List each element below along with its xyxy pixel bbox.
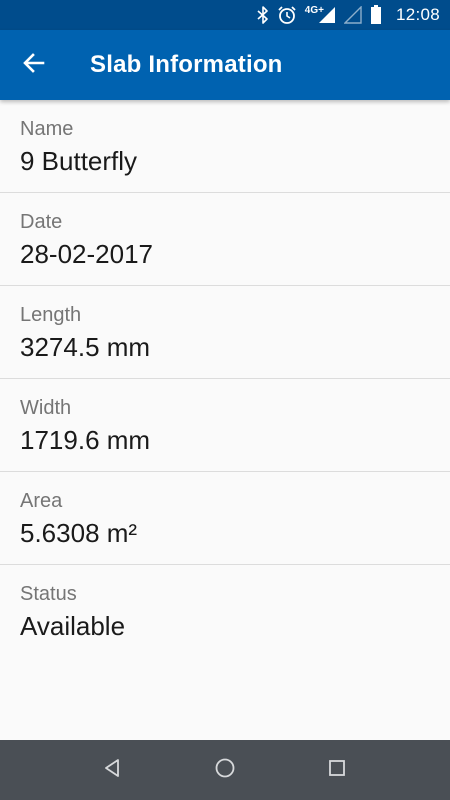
field-value: 5.6308 m² <box>20 518 138 548</box>
field-value: Available <box>20 611 126 641</box>
status-icons: 4G+ 12:08 <box>257 0 440 30</box>
info-row-length: Length 3274.5 mm <box>0 286 450 379</box>
alarm-icon <box>277 5 297 25</box>
slab-info-list: Name 9 Butterfly Date 28-02-2017 Length … <box>0 100 450 740</box>
field-label: Status <box>20 583 77 605</box>
status-bar: 4G+ 12:08 <box>0 0 450 30</box>
field-value: 9 Butterfly <box>20 146 138 176</box>
info-row-date: Date 28-02-2017 <box>0 193 450 286</box>
field-label: Width <box>20 397 72 419</box>
app-bar: Slab Information <box>0 30 450 100</box>
back-button[interactable] <box>14 45 54 85</box>
info-row-width: Width 1719.6 mm <box>0 379 450 472</box>
info-row-name: Name 9 Butterfly <box>0 100 450 193</box>
field-label: Length <box>20 304 82 326</box>
info-row-area: Area 5.6308 m² <box>0 472 450 565</box>
nav-home-button[interactable] <box>205 750 245 790</box>
status-time: 12:08 <box>395 5 440 24</box>
signal-empty-icon <box>343 6 362 24</box>
network-type: 4G+ <box>304 4 336 24</box>
recents-square-icon <box>327 758 347 783</box>
field-label: Area <box>20 490 63 512</box>
page-title: Slab Information <box>90 51 283 78</box>
field-value: 1719.6 mm <box>20 425 151 455</box>
field-value: 3274.5 mm <box>20 332 151 362</box>
arrow-back-icon <box>22 51 46 80</box>
system-nav-bar <box>0 740 450 800</box>
field-label: Date <box>20 211 63 233</box>
nav-back-button[interactable] <box>92 750 132 790</box>
field-value: 28-02-2017 <box>20 239 153 269</box>
home-circle-icon <box>214 757 236 784</box>
bluetooth-icon <box>257 6 269 24</box>
back-triangle-icon <box>102 758 122 783</box>
network-type-label: 4G+ <box>304 4 324 16</box>
battery-icon <box>370 5 382 25</box>
info-row-status: Status Available <box>0 565 450 658</box>
field-label: Name <box>20 118 74 140</box>
nav-recents-button[interactable] <box>317 750 357 790</box>
